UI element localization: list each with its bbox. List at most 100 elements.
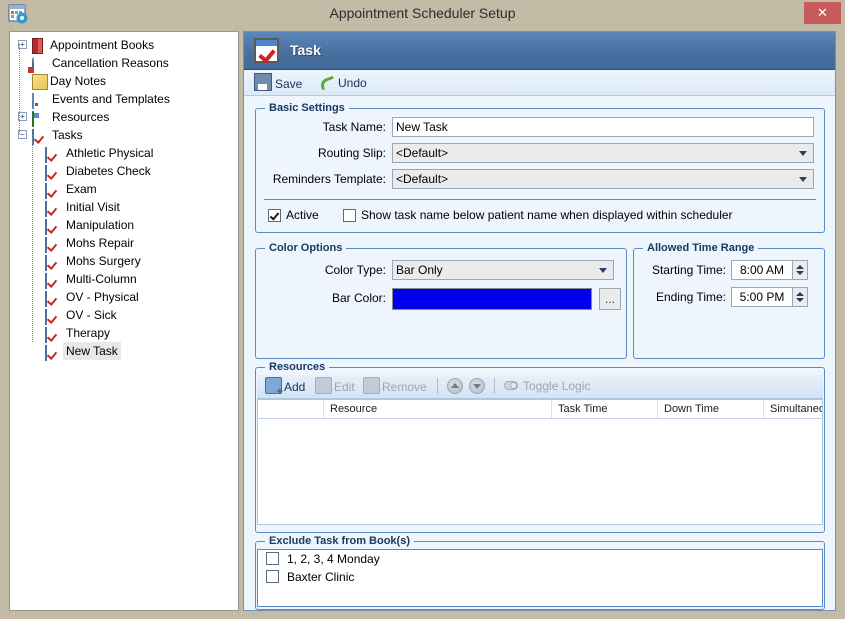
tree-item-diabetes-check[interactable]: Diabetes Check [14, 162, 238, 181]
close-button[interactable]: ✕ [804, 2, 841, 24]
grid-column-header[interactable]: Simultaneous [764, 400, 822, 418]
toggle-logic-icon [504, 381, 518, 390]
chevron-down-icon [799, 177, 807, 182]
edit-icon [315, 377, 332, 394]
tree-item-appointment-books[interactable]: + Appointment Books [14, 36, 238, 54]
resources-group: Resources Add Edit Remove [255, 361, 825, 533]
task-icon [45, 147, 47, 163]
tree-item-events-and-templates[interactable]: Events and Templates [14, 90, 238, 109]
save-icon [254, 73, 272, 91]
chevron-down-icon [599, 268, 607, 273]
tree-item-initial-visit[interactable]: Initial Visit [14, 198, 238, 217]
grid-column-header[interactable]: Down Time [658, 400, 764, 418]
tree-item-exam[interactable]: Exam [14, 180, 238, 199]
task-name-input[interactable] [392, 117, 814, 137]
stepper-down-icon[interactable] [796, 271, 804, 275]
tree-item-ov-physical[interactable]: OV - Physical [14, 288, 238, 307]
tree-item-tasks[interactable]: − Tasks [14, 126, 238, 145]
starting-time-input[interactable] [731, 260, 793, 280]
tree-item-label: Cancellation Reasons [52, 56, 169, 70]
tree-item-day-notes[interactable]: Day Notes [14, 72, 238, 90]
tree-item-label: Tasks [52, 128, 83, 142]
title-bar: Appointment Scheduler Setup ✕ [0, 0, 845, 28]
toolbar-divider [494, 378, 495, 394]
color-type-label: Color Type: [324, 263, 386, 277]
grid-column-header[interactable]: Resource [324, 400, 552, 418]
tree-item-therapy[interactable]: Therapy [14, 324, 238, 343]
panel-toolbar: Save Undo [244, 70, 835, 96]
tree-item-cancellation-reasons[interactable]: Cancellation Reasons [14, 54, 238, 73]
tree-item-label: Multi-Column [66, 272, 137, 286]
move-up-button[interactable] [447, 378, 463, 394]
tree-item-new-task[interactable]: New Task [14, 342, 238, 361]
exclude-book-checkbox[interactable] [266, 552, 279, 565]
chevron-down-icon [799, 151, 807, 156]
panel-title: Task [290, 42, 321, 58]
exclude-book-item[interactable]: Baxter Clinic [258, 568, 822, 586]
stepper-up-icon[interactable] [796, 265, 804, 269]
tree-item-label: Events and Templates [52, 92, 170, 106]
tree-item-manipulation[interactable]: Manipulation [14, 216, 238, 235]
tree-item-athletic-physical[interactable]: Athletic Physical [14, 144, 238, 163]
tree-item-resources[interactable]: + Resources [14, 108, 238, 127]
tree-connector [19, 44, 20, 134]
tree-item-label: Athletic Physical [66, 146, 154, 160]
edit-resource-button[interactable]: Edit [315, 377, 355, 395]
resources-grid[interactable]: ResourceTask TimeDown TimeSimultaneous [257, 399, 823, 525]
tree-item-label: Therapy [66, 326, 111, 340]
color-type-value: Bar Only [396, 263, 443, 277]
task-icon [254, 38, 279, 63]
save-button[interactable]: Save [254, 73, 302, 93]
tree-item-ov-sick[interactable]: OV - Sick [14, 306, 238, 325]
divider [264, 199, 816, 200]
active-label: Active [286, 208, 319, 222]
ending-time-stepper[interactable] [793, 287, 808, 307]
task-icon [45, 183, 47, 199]
stepper-up-icon[interactable] [796, 292, 804, 296]
arrow-up-icon [451, 383, 459, 388]
tree-item-multi-column[interactable]: Multi-Column [14, 270, 238, 289]
move-down-button[interactable] [469, 378, 485, 394]
window-title: Appointment Scheduler Setup [329, 5, 516, 21]
undo-button[interactable]: Undo [319, 73, 367, 93]
navigation-tree-panel[interactable]: + Appointment Books Cancellation Reasons Da… [9, 31, 239, 611]
basic-settings-title: Basic Settings [265, 102, 349, 114]
resources-title: Resources [265, 361, 330, 373]
exclude-book-item[interactable]: 1, 2, 3, 4 Monday [258, 550, 822, 568]
active-checkbox[interactable] [268, 209, 281, 222]
starting-time-stepper[interactable] [793, 260, 808, 280]
ending-time-input[interactable] [731, 287, 793, 307]
tree-item-mohs-repair[interactable]: Mohs Repair [14, 234, 238, 253]
arrow-down-icon [473, 384, 481, 389]
toggle-logic-button[interactable]: Toggle Logic [523, 377, 590, 395]
resources-toolbar: Add Edit Remove Toggle Logic [257, 375, 823, 399]
allowed-time-range-group: Allowed Time Range Starting Time: Ending… [633, 242, 825, 359]
bar-color-swatch[interactable] [392, 288, 592, 310]
exclude-books-list[interactable]: 1, 2, 3, 4 Monday Baxter Clinic [257, 549, 823, 607]
book-icon [32, 38, 43, 54]
color-options-title: Color Options [265, 242, 347, 254]
color-type-select[interactable]: Bar Only [392, 260, 614, 280]
show-task-name-label: Show task name below patient name when d… [361, 208, 733, 222]
remove-resource-button[interactable]: Remove [363, 377, 427, 395]
add-resource-button[interactable]: Add [265, 377, 305, 397]
edit-label: Edit [334, 380, 355, 394]
allowed-time-range-title: Allowed Time Range [643, 242, 759, 254]
panel-header: Task [244, 32, 835, 70]
puzzle-icon [32, 111, 34, 127]
exclude-book-checkbox[interactable] [266, 570, 279, 583]
resources-grid-header: ResourceTask TimeDown TimeSimultaneous [258, 400, 822, 419]
add-icon [265, 377, 283, 397]
toolbar-divider [437, 378, 438, 394]
show-task-name-checkbox[interactable] [343, 209, 356, 222]
stepper-down-icon[interactable] [796, 298, 804, 302]
task-icon [45, 273, 47, 289]
grid-column-header[interactable]: Task Time [552, 400, 658, 418]
tree-item-mohs-surgery[interactable]: Mohs Surgery [14, 252, 238, 271]
bar-color-browse-button[interactable]: ... [599, 288, 621, 310]
tree-item-label: Mohs Repair [66, 236, 135, 250]
reminders-template-select[interactable]: <Default> [392, 169, 814, 189]
routing-slip-select[interactable]: <Default> [392, 143, 814, 163]
task-icon [45, 219, 47, 235]
tree-item-label: Manipulation [66, 218, 135, 232]
